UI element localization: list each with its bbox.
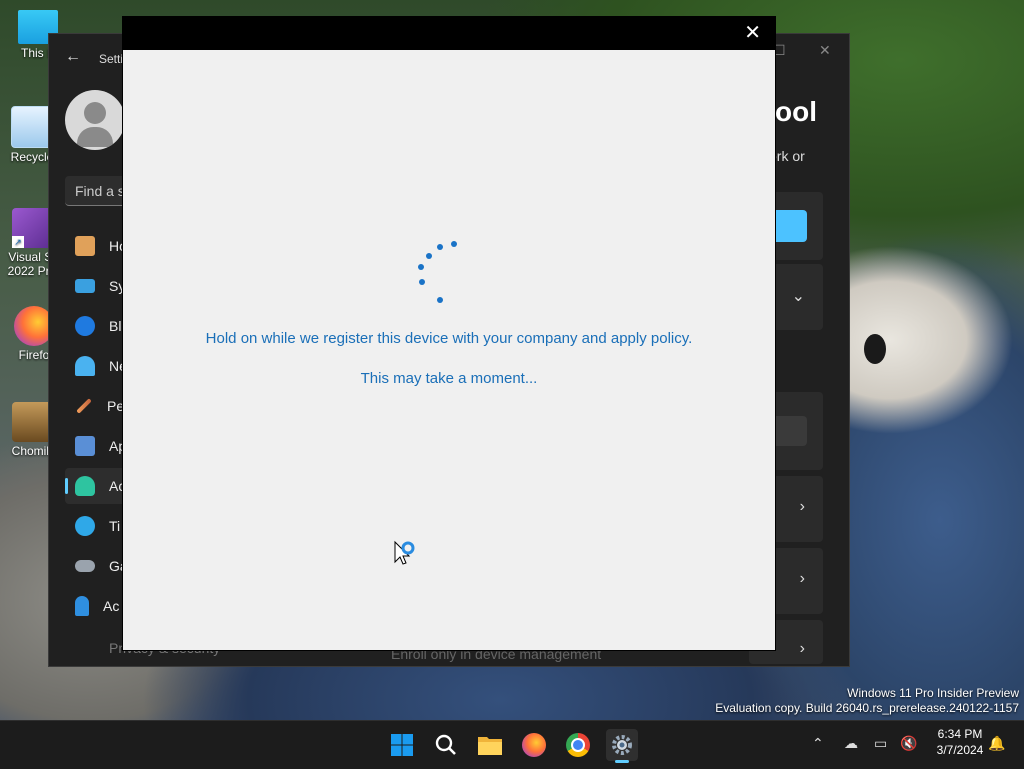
system-clock[interactable]: 6:34 PM 3/7/2024: [925, 726, 995, 758]
page-title: ool: [775, 96, 817, 127]
accessibility-icon: [75, 596, 89, 616]
time-icon: [75, 516, 95, 536]
chevron-right-icon: ›: [799, 498, 805, 515]
shortcut-arrow-icon: ↗: [12, 236, 24, 248]
taskbar: ⌃ ☁ ▭ 🔇 🔔: [0, 720, 1024, 769]
file-explorer-icon[interactable]: [474, 729, 506, 761]
gear-icon: [612, 735, 632, 755]
volume-muted-icon[interactable]: 🔇: [900, 735, 917, 752]
status-submessage: This may take a moment...: [360, 370, 538, 387]
settings-title: Setti: [99, 52, 124, 66]
sidebar-item-label: Ti: [109, 518, 121, 534]
chrome-logo-icon: [566, 733, 590, 757]
spinner-dot: [426, 253, 432, 259]
firefox-icon[interactable]: [518, 729, 550, 761]
personalization-icon: [76, 398, 92, 414]
evaluation-watermark: Windows 11 Pro Insider Preview Evaluatio…: [715, 686, 1019, 716]
magnifier-icon: [435, 734, 456, 755]
firefox-logo-icon: [522, 733, 546, 757]
clock-date: 3/7/2024: [936, 743, 984, 757]
close-icon[interactable]: ✕: [819, 42, 831, 59]
dialog-titlebar: ✕: [123, 17, 775, 50]
search-icon[interactable]: [430, 729, 462, 761]
folder-icon: [478, 737, 502, 755]
recycle-bin-icon: [11, 106, 53, 148]
onedrive-offline-icon[interactable]: ☁: [844, 735, 858, 752]
gaming-icon: [75, 560, 95, 572]
start-icon[interactable]: [386, 729, 418, 761]
spinner-dot: [437, 244, 443, 250]
chrome-icon[interactable]: [562, 729, 594, 761]
sidebar-item-label: Ac: [103, 598, 120, 614]
chevron-right-icon: ›: [799, 570, 805, 587]
wallpaper-detail: [864, 334, 886, 364]
chevron-up-icon[interactable]: ⌃: [812, 735, 824, 752]
close-icon[interactable]: ✕: [744, 22, 761, 44]
hamster-icon: [12, 402, 52, 442]
apps-icon: [75, 436, 95, 456]
bluetooth-icon: [75, 316, 95, 336]
spinner-dot: [419, 279, 425, 285]
back-arrow-icon[interactable]: ←: [65, 48, 81, 66]
avatar: [65, 90, 125, 150]
registration-dialog: ✕ Hold on while we register this device …: [122, 16, 776, 651]
spinner-dot: [418, 264, 424, 270]
spinner-dot: [451, 241, 457, 247]
chevron-down-icon: ⌄: [791, 288, 805, 305]
watermark-line-2: Evaluation copy. Build 26040.rs_prerelea…: [715, 701, 1019, 715]
spinner-dot: [437, 297, 443, 303]
chevron-right-icon: ›: [799, 640, 805, 657]
network-icon: [75, 356, 95, 376]
watermark-line-1: Windows 11 Pro Insider Preview: [847, 686, 1019, 700]
busy-cursor-icon: [394, 540, 415, 565]
status-message: Hold on while we register this device wi…: [205, 330, 693, 347]
visual-studio-icon: ↗: [12, 208, 52, 248]
loading-spinner-icon: [415, 241, 461, 305]
sidebar-item-label: Bl: [109, 318, 122, 334]
settings-icon[interactable]: [606, 729, 638, 763]
home-icon: [75, 236, 95, 256]
system-icon: [75, 279, 95, 293]
accounts-icon: [75, 476, 95, 496]
clock-time: 6:34 PM: [937, 727, 983, 741]
windows-logo-icon: [391, 734, 413, 756]
network-icon[interactable]: ▭: [874, 735, 887, 752]
